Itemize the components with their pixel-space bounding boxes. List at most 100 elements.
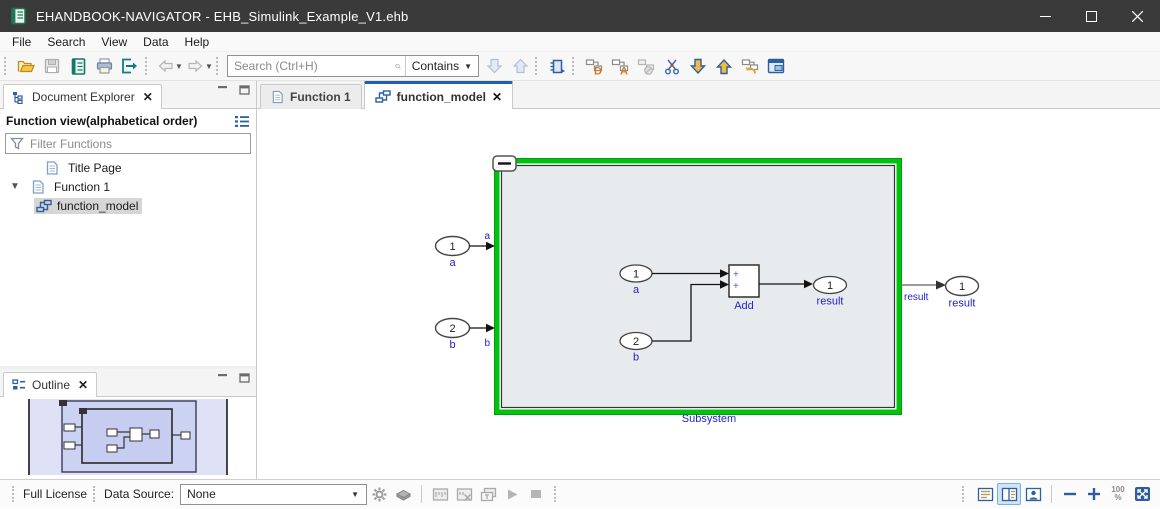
stop-button[interactable] [524, 483, 548, 505]
tree-item-label: Function 1 [51, 179, 113, 195]
measurement-window-close-icon [456, 487, 473, 502]
maximize-button[interactable] [1068, 0, 1114, 32]
zoom-in-button[interactable] [1082, 483, 1106, 505]
document-icon [271, 90, 284, 104]
toolbar-separator [4, 57, 9, 75]
show-data-button[interactable]: D [581, 54, 607, 78]
inner-outport-result[interactable]: 1 [814, 277, 847, 294]
outline-panel: Outline ✕ [0, 369, 256, 479]
filter-functions-input[interactable] [26, 137, 250, 151]
maximize-panel-icon[interactable] [239, 85, 250, 95]
reload-model-button[interactable] [737, 54, 763, 78]
single-page-view-button[interactable] [973, 483, 997, 505]
tree-item-label: Title Page [65, 160, 125, 176]
tree-item-function-model[interactable]: function_model [0, 196, 256, 215]
svg-text:1: 1 [449, 241, 455, 253]
model-windows-button[interactable] [476, 483, 500, 505]
back-button[interactable] [154, 54, 176, 78]
minimize-panel-icon[interactable] [217, 85, 229, 95]
maximize-panel-icon[interactable] [239, 373, 250, 383]
upload-button[interactable] [711, 54, 737, 78]
navigate-model-button[interactable] [544, 54, 570, 78]
ecu-button[interactable] [391, 483, 415, 505]
model-canvas[interactable]: 1 a a 2 b b 1 a [257, 109, 1160, 479]
document-icon [44, 161, 60, 175]
collapse-subsystem-button[interactable] [493, 156, 516, 171]
outer-inport-b[interactable]: 2 [436, 319, 470, 338]
forward-button[interactable] [184, 54, 206, 78]
measurement-window-close-button[interactable] [452, 483, 476, 505]
ecu-icon [395, 487, 412, 501]
inner-inport-1[interactable]: 1 [620, 265, 652, 282]
add-block[interactable]: + + [729, 265, 759, 297]
minimize-button[interactable] [1022, 0, 1068, 32]
outer-inport-a[interactable]: 1 [436, 237, 470, 256]
fit-to-view-button[interactable] [1130, 483, 1154, 505]
handbook-button[interactable] [65, 54, 91, 78]
editor-tabstrip: Function 1 function_model ✕ [257, 81, 1160, 109]
forward-history-dropdown[interactable]: ▼ [204, 62, 214, 71]
data-settings-button[interactable] [367, 483, 391, 505]
menu-file[interactable]: File [4, 33, 39, 51]
play-icon [506, 488, 519, 501]
menu-search[interactable]: Search [39, 33, 93, 51]
svg-text:1: 1 [633, 269, 639, 281]
play-button[interactable] [500, 483, 524, 505]
outline-thumbnail[interactable] [0, 397, 256, 479]
toolbar-separator [216, 57, 221, 75]
menu-bar: File Search View Data Help [0, 32, 1160, 52]
statusbar-separator [962, 486, 967, 502]
zoom-reset-bottom: % [1114, 494, 1121, 502]
search-input[interactable] [228, 59, 395, 73]
chevron-expanded-icon[interactable]: ▼ [8, 181, 22, 192]
snippet-tool-button[interactable] [659, 54, 685, 78]
minimize-panel-icon[interactable] [217, 373, 229, 383]
window-title: EHANDBOOK-NAVIGATOR - EHB_Simulink_Examp… [36, 9, 408, 24]
hide-overlays-button[interactable] [633, 54, 659, 78]
menu-data[interactable]: Data [135, 33, 176, 51]
view-menu-icon[interactable] [234, 115, 250, 128]
tab-function-model[interactable]: function_model ✕ [364, 81, 513, 109]
arrowhead [486, 242, 495, 250]
close-button[interactable] [1114, 0, 1160, 32]
open-file-button[interactable] [13, 54, 39, 78]
back-arrow-icon [157, 59, 174, 73]
close-tab-icon[interactable]: ✕ [143, 90, 153, 104]
scissors-icon [664, 58, 681, 75]
statusbar-separator [554, 486, 559, 502]
outer-outport-result[interactable]: 1 [946, 277, 979, 296]
back-history-dropdown[interactable]: ▼ [174, 62, 184, 71]
print-button[interactable] [91, 54, 117, 78]
tab-label: Document Explorer [32, 90, 135, 104]
subsystem-label: Subsystem [682, 413, 736, 425]
save-button[interactable] [39, 54, 65, 78]
outline-tabstrip: Outline ✕ [0, 369, 256, 397]
presenter-view-button[interactable] [1021, 483, 1045, 505]
import-button[interactable] [685, 54, 711, 78]
plus-icon [1087, 487, 1101, 501]
zoom-out-button[interactable] [1058, 483, 1082, 505]
export-button[interactable] [117, 54, 143, 78]
measurement-window-button[interactable] [428, 483, 452, 505]
search-mode-dropdown[interactable]: Contains ▼ [406, 56, 478, 76]
editor-area: Function 1 function_model ✕ [257, 81, 1160, 479]
menu-help[interactable]: Help [177, 33, 218, 51]
split-view-button[interactable] [997, 483, 1021, 505]
tree-item-function-1[interactable]: ▼ Function 1 [0, 177, 256, 196]
menu-view[interactable]: View [93, 33, 135, 51]
zoom-reset-button[interactable]: 100 % [1106, 483, 1130, 505]
data-source-dropdown[interactable]: None ▼ [180, 484, 367, 505]
show-annotations-button[interactable]: A [607, 54, 633, 78]
close-tab-icon[interactable]: ✕ [492, 90, 502, 104]
tab-outline[interactable]: Outline ✕ [3, 372, 97, 397]
inner-inport-2[interactable]: 2 [620, 333, 652, 350]
close-tab-icon[interactable]: ✕ [78, 378, 88, 392]
inner-inport-2-label: b [633, 352, 639, 364]
tree-item-title-page[interactable]: Title Page [0, 158, 256, 177]
tab-function-1[interactable]: Function 1 [260, 84, 362, 109]
find-previous-button[interactable] [507, 54, 533, 78]
find-next-button[interactable] [481, 54, 507, 78]
inner-outport-label: result [817, 296, 844, 308]
tab-document-explorer[interactable]: Document Explorer ✕ [3, 84, 162, 109]
new-window-button[interactable] [763, 54, 789, 78]
